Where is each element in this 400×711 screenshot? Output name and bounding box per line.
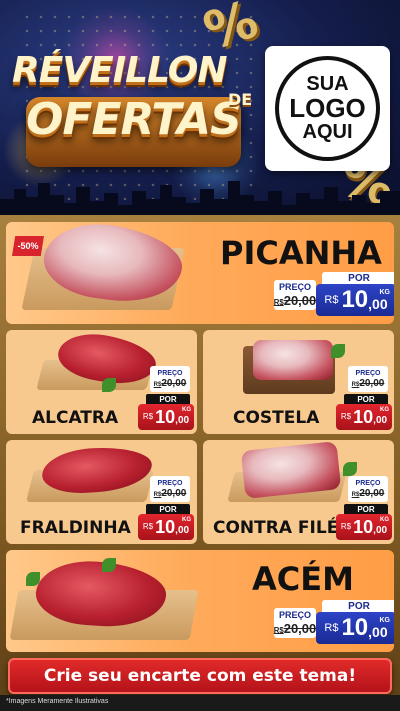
old-price-box: PREÇO R$20,00 bbox=[274, 608, 316, 638]
event-title: RÉVEILLON OFERTAS DE bbox=[6, 42, 261, 172]
herb-decoration bbox=[343, 462, 357, 476]
price-label: PREÇO bbox=[157, 369, 183, 377]
old-price-box: PREÇO R$20,00 bbox=[348, 476, 388, 502]
old-price-box: PREÇO R$20,00 bbox=[150, 476, 190, 502]
herb-decoration bbox=[331, 344, 345, 358]
old-price-box: PREÇO R$20,00 bbox=[348, 366, 388, 392]
title-de: DE bbox=[228, 90, 253, 109]
price-tag: PREÇO R$20,00 POR R$ 10 ,00 KG bbox=[336, 366, 394, 430]
old-price: R$20,00 bbox=[153, 377, 187, 389]
price-tag: PREÇO R$20,00 POR R$ 10 ,00 KG bbox=[336, 476, 394, 540]
city-skyline-graphic bbox=[0, 181, 400, 215]
header-banner: % % RÉVEILLON OFERTAS DE SUA LOGO AQUI bbox=[0, 0, 400, 215]
price-label: PREÇO bbox=[355, 479, 381, 487]
product-card-fraldinha[interactable]: FRALDINHA PREÇO R$20,00 POR R$ 10 ,00 KG bbox=[6, 440, 197, 544]
product-card-contra-file[interactable]: CONTRA FILÉ PREÇO R$20,00 POR R$ 10 ,00 … bbox=[203, 440, 394, 544]
old-price: R$20,00 bbox=[273, 293, 317, 308]
old-price-box: PREÇO R$20,00 bbox=[274, 280, 316, 310]
price-label: PREÇO bbox=[157, 479, 183, 487]
logo-text-line: SUA bbox=[306, 72, 349, 95]
price-tag: PREÇO R$20,00 POR R$ 10 ,00 KG bbox=[138, 476, 196, 540]
herb-decoration bbox=[26, 572, 40, 586]
product-card-picanha[interactable]: -50% PICANHA PREÇO R$20,00 POR R$ 10 ,00… bbox=[6, 222, 394, 324]
new-price: R$ 10 ,00 KG bbox=[138, 514, 194, 540]
old-price: R$20,00 bbox=[351, 377, 385, 389]
product-card-alcatra[interactable]: ALCATRA PREÇO R$20,00 POR R$ 10 ,00 KG bbox=[6, 330, 197, 434]
old-price: R$20,00 bbox=[273, 621, 317, 636]
price-label: PREÇO bbox=[278, 610, 311, 620]
new-price: R$ 10 ,00 KG bbox=[336, 404, 392, 430]
product-name: FRALDINHA bbox=[20, 518, 131, 538]
product-name: CONTRA FILÉ bbox=[213, 518, 339, 538]
title-ofertas: OFERTAS bbox=[26, 94, 242, 145]
product-name: PICANHA bbox=[220, 234, 382, 272]
price-tag: PREÇO R$20,00 POR R$ 10 ,00 KG bbox=[274, 600, 394, 646]
product-name: ALCATRA bbox=[32, 408, 119, 428]
new-price: R$ 10 ,00 KG bbox=[316, 612, 394, 644]
logo-text-line: AQUI bbox=[302, 121, 353, 144]
price-label: PREÇO bbox=[355, 369, 381, 377]
costela-meat-image bbox=[253, 340, 333, 380]
price-label: PREÇO bbox=[278, 282, 311, 292]
logo-placeholder: SUA LOGO AQUI bbox=[265, 46, 390, 171]
logo-circle: SUA LOGO AQUI bbox=[275, 56, 380, 161]
new-price: R$ 10 ,00 KG bbox=[138, 404, 194, 430]
old-price-box: PREÇO R$20,00 bbox=[150, 366, 190, 392]
discount-badge: -50% bbox=[12, 236, 44, 256]
old-price: R$20,00 bbox=[351, 487, 385, 499]
price-tag: PREÇO R$20,00 POR R$ 10 ,00 KG bbox=[274, 272, 394, 318]
old-price: R$20,00 bbox=[153, 487, 187, 499]
product-card-costela[interactable]: COSTELA PREÇO R$20,00 POR R$ 10 ,00 KG bbox=[203, 330, 394, 434]
herb-decoration bbox=[102, 378, 116, 392]
logo-text-line: LOGO bbox=[289, 92, 366, 123]
price-tag: PREÇO R$20,00 POR R$ 10 ,00 KG bbox=[138, 366, 196, 430]
new-price: R$ 10 ,00 KG bbox=[336, 514, 392, 540]
product-name: COSTELA bbox=[233, 408, 320, 428]
title-reveillon: RÉVEILLON bbox=[12, 50, 227, 91]
contra-file-meat-image bbox=[240, 441, 342, 499]
disclaimer-text: *Imagens Meramente Ilustrativas bbox=[6, 698, 109, 705]
product-name: ACÉM bbox=[252, 560, 354, 598]
new-price: R$ 10 ,00 KG bbox=[316, 284, 394, 316]
herb-decoration bbox=[102, 558, 116, 572]
create-flyer-button[interactable]: Crie seu encarte com este tema! bbox=[8, 658, 392, 694]
product-card-acem[interactable]: ACÉM PREÇO R$20,00 POR R$ 10 ,00 KG bbox=[6, 550, 394, 652]
